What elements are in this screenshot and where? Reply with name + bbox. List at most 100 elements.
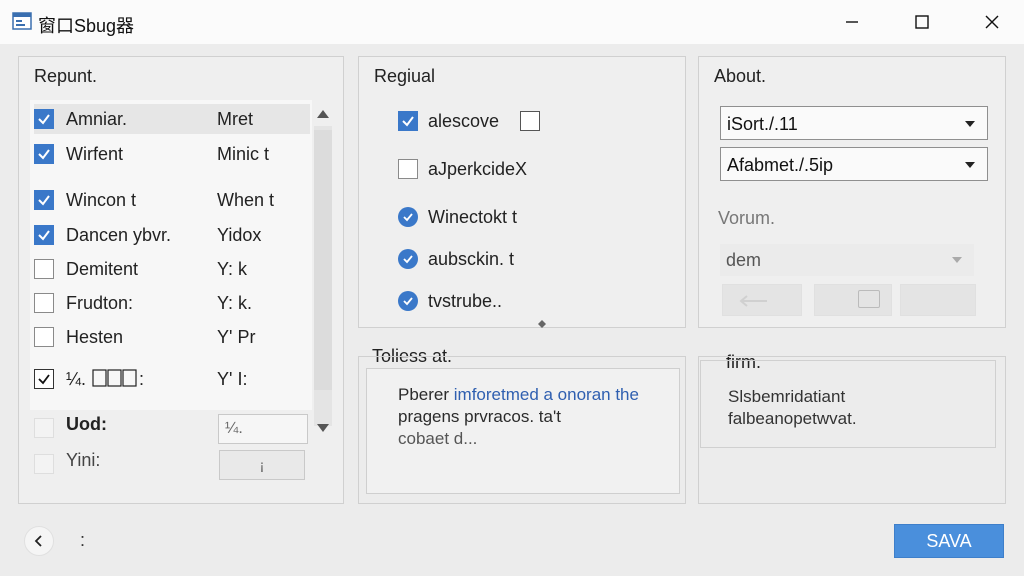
checkbox[interactable] [34,454,54,474]
item-name: ¼. : [66,368,145,389]
check-icon [38,374,50,385]
volume-select[interactable]: dem [720,244,974,276]
item-value: Mret [217,108,253,129]
ghost-button-back[interactable] [722,284,802,316]
checkbox[interactable] [34,293,54,313]
regiual-panel [358,56,686,328]
check-icon [38,114,50,125]
inline-checkbox[interactable] [520,111,540,131]
chevron-down-icon [965,162,975,168]
checkbox[interactable] [34,259,54,279]
item-name: Amniar. [66,108,128,129]
checkbox[interactable] [34,109,54,129]
ghost-button-right[interactable] [900,284,976,316]
checkbox[interactable] [34,418,54,438]
text-link[interactable]: imforetmed a onoran the [454,385,639,404]
minimize-button[interactable] [824,0,880,44]
about-title: About. [714,66,767,86]
radio-checked-icon[interactable] [398,291,418,311]
select-value: iSort./.11 [727,114,798,134]
checkbox[interactable] [34,327,54,347]
check-icon [402,116,414,127]
item-name: Wirfent [66,143,124,164]
volume-label: Vorum. [718,208,776,228]
yini-button[interactable]: ¡ [219,450,305,480]
option-label: alescove [428,110,500,131]
window-title: 窗口Sbug器 [38,16,135,36]
minimize-icon [846,21,858,23]
text-line: cobaet d... [398,429,478,448]
check-icon [403,297,413,306]
maximize-icon [915,15,929,29]
afabmet-select[interactable]: Afabmet./.5ip [720,147,988,181]
item-value: Y: k. [217,292,253,313]
sort-select[interactable]: iSort./.11 [720,106,988,140]
regiual-title: Regiual [374,66,436,86]
list-item[interactable]: Wirfent Minic t [34,139,310,169]
option-label: Winectokt t [428,206,518,227]
comment-icon [858,290,880,308]
checkbox[interactable] [34,144,54,164]
save-button[interactable]: SAVA [894,524,1004,558]
close-icon [985,15,999,29]
app-icon [12,12,32,30]
check-icon [38,149,50,160]
list-item[interactable]: Hesten Y' Pr [34,322,310,352]
title-bar: 窗口Sbug器 [0,0,1024,44]
placeholder-boxes-icon [92,368,137,387]
maximize-button[interactable] [894,0,950,44]
checkbox[interactable] [398,159,418,179]
item-value: When t [217,189,275,210]
ghost-button-middle[interactable] [814,284,892,316]
chevron-left-icon [34,535,42,547]
chevron-down-icon [965,121,975,127]
list-item[interactable]: Demitent Y: k [34,254,310,284]
text-line: Slsbemridatiant [728,387,846,406]
firm-text: Slsbemridatiant falbeanopetwvat. [728,386,968,430]
select-value: dem [726,250,762,270]
checkbox[interactable] [398,111,418,131]
item-name: Dancen ybvr. [66,224,172,245]
check-icon [38,230,50,241]
radio-checked-icon[interactable] [398,207,418,227]
item-name: Wincon t [66,189,137,210]
list-item[interactable]: Amniar. Mret [34,104,310,134]
list-item[interactable]: Wincon t When t [34,185,310,215]
item-value: Y' Pr [217,326,256,347]
chevron-down-icon [952,257,962,263]
uod-label: Uod: [66,414,107,434]
yini-label: Yini: [66,450,101,470]
arrow-left-icon [739,295,767,307]
item-value: Y' I: [217,368,248,389]
uod-field[interactable]: ¼. [218,414,308,444]
checkbox[interactable] [34,369,54,389]
list-item[interactable]: Dancen ybvr. Yidox [34,220,310,250]
back-button[interactable] [24,526,54,556]
text-line: pragens prvracos. ta't [398,407,561,426]
text-line: Pberer [398,385,454,404]
item-value: Y: k [217,258,248,279]
option-label: aubsckin. t [428,248,515,269]
text-line: falbeanopetwvat. [728,409,857,428]
check-icon [403,255,413,264]
check-icon [38,195,50,206]
repunt-title: Repunt. [34,66,98,86]
description-text: Pberer imforetmed a onoran the pragens p… [398,384,678,450]
checkbox[interactable] [34,225,54,245]
list-scrollbar[interactable] [312,104,334,434]
list-item[interactable]: ¼. : Y' I: [34,364,310,394]
more-dots[interactable]: : [80,530,85,551]
item-name: Frudton: [66,292,134,313]
scroll-thumb[interactable] [314,130,332,390]
select-value: Afabmet./.5ip [727,155,834,175]
close-button[interactable] [964,0,1020,44]
item-name: Hesten [66,326,124,347]
item-value: Yidox [217,224,262,245]
radio-checked-icon[interactable] [398,249,418,269]
checkbox[interactable] [34,190,54,210]
list-item[interactable]: Frudton: Y: k. [34,288,310,318]
resize-grip-icon[interactable] [538,320,546,328]
scroll-down-arrow-icon[interactable] [317,424,329,432]
scroll-up-arrow-icon[interactable] [317,110,329,118]
option-label: tvstrube.. [428,290,503,311]
